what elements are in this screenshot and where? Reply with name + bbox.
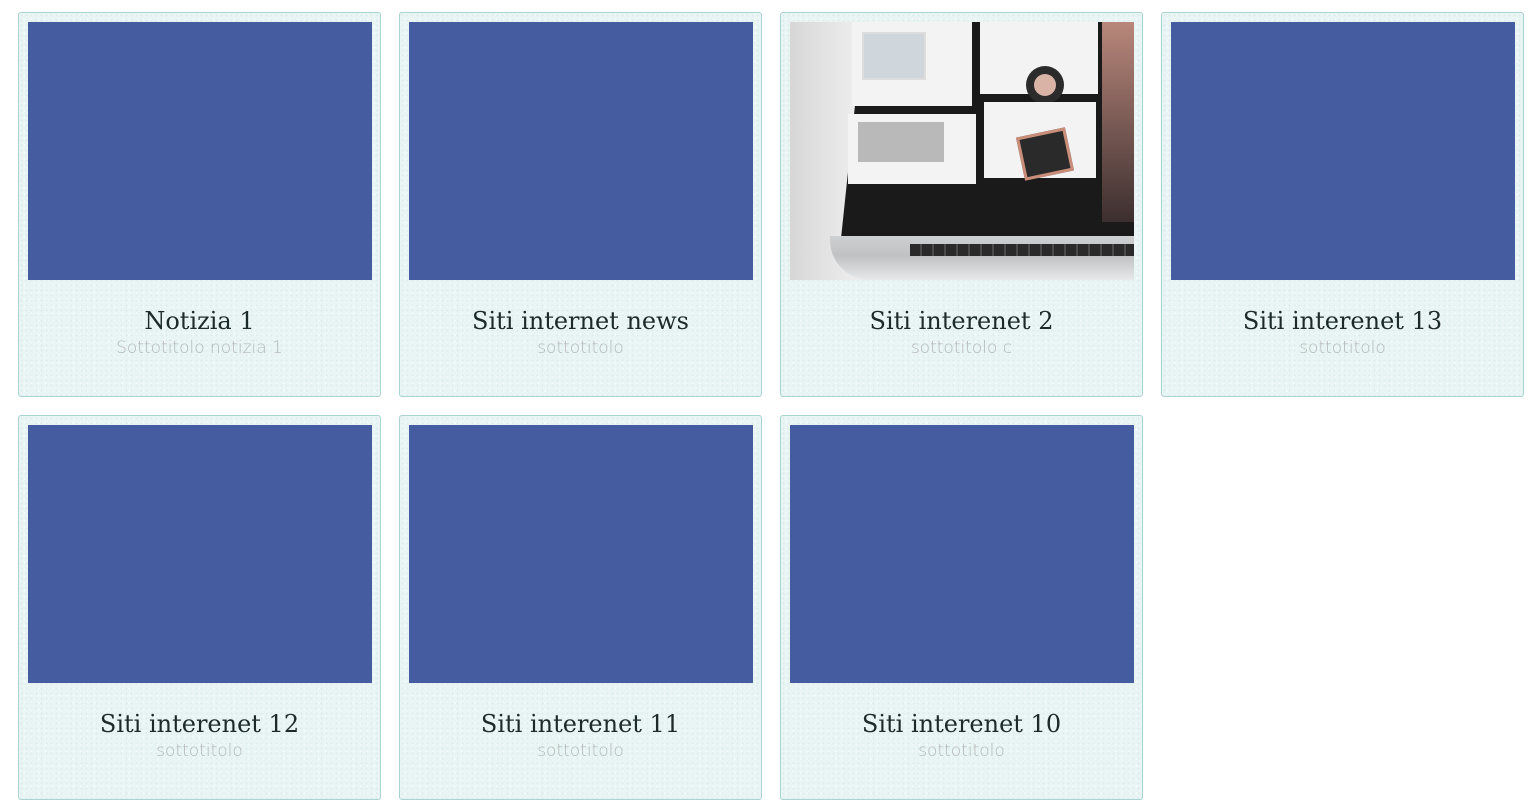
imac-thumbnail [858,122,944,162]
card-title[interactable]: Notizia 1 [28,308,371,334]
card-title[interactable]: Siti internet news [409,308,752,334]
news-card[interactable]: Siti interenet 10 sottotitolo [780,415,1143,800]
card-thumbnail-laptop-photo[interactable] [790,22,1134,280]
card-thumbnail-placeholder[interactable] [409,425,753,683]
laptop-base [830,236,1134,280]
coffee-mug [1026,66,1064,104]
news-card[interactable]: Siti interenet 2 sottotitolo c [780,12,1143,397]
card-subtitle: Sottotitolo notizia 1 [116,338,283,358]
news-card[interactable]: Siti interenet 11 sottotitolo [399,415,762,800]
card-title[interactable]: Siti interenet 11 [409,711,752,737]
screen-edge [1102,22,1134,222]
news-card[interactable]: Siti interenet 13 sottotitolo [1161,12,1524,397]
card-title[interactable]: Siti interenet 2 [790,308,1133,334]
card-subtitle: sottotitolo [156,741,243,761]
imac-thumbnail [862,32,926,80]
card-thumbnail-placeholder[interactable] [790,425,1134,683]
news-card[interactable]: Siti internet news sottotitolo [399,12,762,397]
card-subtitle: sottotitolo c [910,338,1013,358]
card-thumbnail-placeholder[interactable] [28,425,372,683]
news-card[interactable]: Siti interenet 12 sottotitolo [18,415,381,800]
card-thumbnail-placeholder[interactable] [28,22,372,280]
card-subtitle: sottotitolo [537,338,624,358]
news-card[interactable]: Notizia 1 Sottotitolo notizia 1 [18,12,381,397]
laptop-keyboard [910,244,1134,256]
news-grid: Notizia 1 Sottotitolo notizia 1 Siti int… [18,12,1524,800]
card-subtitle: sottotitolo [1299,338,1386,358]
card-title[interactable]: Siti interenet 13 [1171,308,1514,334]
card-title[interactable]: Siti interenet 10 [790,711,1133,737]
card-title[interactable]: Siti interenet 12 [28,711,371,737]
card-thumbnail-placeholder[interactable] [1171,22,1515,280]
card-subtitle: sottotitolo [537,741,624,761]
card-subtitle: sottotitolo [918,741,1005,761]
card-thumbnail-placeholder[interactable] [409,22,753,280]
